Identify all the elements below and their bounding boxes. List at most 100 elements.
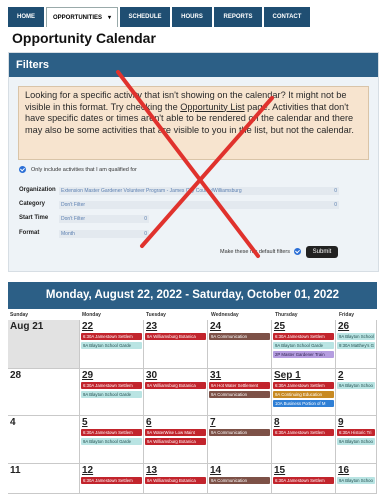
- calendar-event[interactable]: 6:30A Jamestown Settlem: [273, 477, 334, 484]
- calendar-day-cell[interactable]: 28: [8, 369, 80, 416]
- calendar-day-cell[interactable]: 11: [8, 464, 80, 494]
- dow-label: Friday: [339, 312, 355, 318]
- calendar-day-cell[interactable]: 7 9A Communication: [208, 416, 272, 464]
- organization-select[interactable]: Extension Master Gardener Volunteer Prog…: [59, 187, 339, 195]
- default-filters-row: Make these my default filters: [220, 248, 306, 255]
- calendar-event[interactable]: 9A Blayton Schoo: [337, 382, 375, 389]
- calendar-event[interactable]: 9A Communication: [209, 333, 270, 340]
- organization-label: Organization: [19, 187, 56, 193]
- format-select[interactable]: Month 0: [59, 230, 149, 238]
- calendar-event[interactable]: 9A Communication: [209, 429, 270, 436]
- calendar-event[interactable]: 6:30A Jamestown Settlem: [81, 429, 142, 436]
- day-number: 22: [82, 321, 94, 332]
- calendar-day-cell[interactable]: Aug 21: [8, 320, 80, 369]
- day-number: 5: [82, 417, 88, 428]
- tab-contact[interactable]: CONTACT: [264, 7, 310, 27]
- calendar-day-cell[interactable]: 29 6:30A Jamestown Settlem 9A Blayton Scho…: [80, 369, 144, 416]
- calendar-day-cell[interactable]: 13 9A Williamsburg Botanica: [144, 464, 208, 494]
- calendar-event[interactable]: 6:30A Jamestown Settlem: [81, 382, 142, 389]
- calendar-event[interactable]: 9A Williamsburg Botanica: [145, 438, 206, 445]
- dow-label: Monday: [82, 312, 101, 318]
- calendar-day-cell[interactable]: 8 6:30A Jamestown Settlem: [272, 416, 336, 464]
- calendar-day-cell[interactable]: Sep 1 6:30A Jamestown Settlem 9A Continuin…: [272, 369, 336, 416]
- calendar-event[interactable]: 9A Blayton School Garde: [81, 438, 142, 445]
- day-number: 29: [82, 370, 94, 381]
- day-number: 25: [274, 321, 286, 332]
- opportunity-list-link[interactable]: Opportunity List: [180, 102, 244, 112]
- qualified-checkbox[interactable]: [19, 166, 26, 173]
- category-count: 0: [334, 202, 337, 208]
- start-time-label: Start Time: [19, 215, 49, 221]
- day-number: 14: [210, 465, 222, 476]
- calendar-day-cell[interactable]: 16 9A Blayton Schoo: [336, 464, 377, 494]
- day-number: 4: [10, 417, 16, 428]
- calendar-event[interactable]: 6:30A Jamestown Settlem: [273, 429, 334, 436]
- calendar-event[interactable]: 6:30A Jamestown Settlem: [273, 382, 334, 389]
- calendar-day-cell[interactable]: 9 6:30A Historic Tri 9A Blayton Schoo: [336, 416, 377, 464]
- calendar-event[interactable]: 9A Blayton School Garde: [81, 342, 142, 349]
- calendar-event[interactable]: 9A Williamsburg Botanica: [145, 477, 206, 484]
- chevron-down-icon: ▾: [108, 15, 112, 21]
- qualified-label: Only include activities that I am qualif…: [31, 166, 137, 173]
- calendar-day-cell[interactable]: 24 9A Communication: [208, 320, 272, 369]
- organization-count: 0: [334, 188, 337, 194]
- start-time-select[interactable]: Don't Filter 0: [59, 215, 149, 223]
- day-number: 30: [146, 370, 158, 381]
- filters-panel: Filters Looking for a specific activity …: [8, 52, 379, 272]
- calendar-event[interactable]: 9A WaterWise Low Maint: [145, 429, 206, 436]
- calendar-event[interactable]: 9A Williamsburg Botanica: [145, 382, 206, 389]
- day-number: 13: [146, 465, 158, 476]
- calendar-day-cell[interactable]: 22 6:30A Jamestown Settlem 9A Blayton Scho…: [80, 320, 144, 369]
- tab-opportunities[interactable]: OPPORTUNITIES ▾: [46, 7, 118, 27]
- calendar-event[interactable]: 9A Blayton Schoo: [337, 438, 375, 445]
- calendar-day-cell[interactable]: 15 6:30A Jamestown Settlem: [272, 464, 336, 494]
- day-number: 16: [338, 465, 350, 476]
- submit-button[interactable]: Submit: [306, 246, 338, 258]
- calendar-event[interactable]: 9A Williamsburg Botanica: [145, 333, 206, 340]
- calendar-day-cell[interactable]: 6 9A WaterWise Low Maint 9A Williamsburg B…: [144, 416, 208, 464]
- calendar-event[interactable]: 9A Communication: [209, 391, 270, 398]
- calendar-event[interactable]: 9:30A Matthey's G: [337, 342, 375, 349]
- calendar-event[interactable]: 10A Business Portion of M: [273, 400, 334, 407]
- calendar-day-cell[interactable]: 31 9A Hot Water Settlement 9A Communicatio…: [208, 369, 272, 416]
- tab-hours[interactable]: HOURS: [172, 7, 212, 27]
- day-number: 9: [338, 417, 344, 428]
- day-number: Sep 1: [274, 370, 301, 381]
- calendar-day-cell[interactable]: 26 9A Blayton School 9:30A Matthey's G: [336, 320, 377, 369]
- calendar-day-cell[interactable]: 25 6:30A Jamestown Settlem 9A Blayton Scho…: [272, 320, 336, 369]
- calendar-event[interactable]: 6:30A Historic Tri: [337, 429, 375, 436]
- calendar-event[interactable]: 9A Continuing Education: [273, 391, 334, 398]
- day-number: Aug 21: [10, 321, 44, 332]
- calendar-day-cell[interactable]: 5 6:30A Jamestown Settlem 9A Blayton Schoo…: [80, 416, 144, 464]
- calendar-day-cell[interactable]: 12 6:30A Jamestown Settlem: [80, 464, 144, 494]
- day-number: 15: [274, 465, 286, 476]
- calendar-event[interactable]: 6:30A Jamestown Settlem: [81, 477, 142, 484]
- calendar-event[interactable]: 9A Hot Water Settlement: [209, 382, 270, 389]
- day-number: 11: [10, 465, 21, 476]
- calendar-event[interactable]: 9A Communication: [209, 477, 270, 484]
- day-number: 8: [274, 417, 280, 428]
- day-number: 6: [146, 417, 152, 428]
- calendar-day-cell[interactable]: 2 9A Blayton Schoo: [336, 369, 377, 416]
- calendar-event[interactable]: 9A Blayton School Garde: [273, 342, 334, 349]
- tab-schedule[interactable]: SCHEDULE: [120, 7, 170, 27]
- tab-reports[interactable]: REPORTS: [214, 7, 262, 27]
- calendar-day-cell[interactable]: 30 9A Williamsburg Botanica: [144, 369, 208, 416]
- calendar-event[interactable]: 6:30A Jamestown Settlem: [81, 333, 142, 340]
- calendar-event[interactable]: 9A Blayton Schoo: [337, 477, 375, 484]
- dow-label: Wednesday: [211, 312, 239, 318]
- qualified-filter-row: Only include activities that I am qualif…: [19, 166, 137, 173]
- format-count: 0: [144, 231, 147, 237]
- category-select[interactable]: Don't Filter 0: [59, 201, 339, 209]
- calendar-day-cell[interactable]: 4: [8, 416, 80, 464]
- calendar-event[interactable]: 9A Blayton School: [337, 333, 375, 340]
- default-filters-checkbox[interactable]: [294, 248, 302, 255]
- calendar-day-cell[interactable]: 14 9A Communication: [208, 464, 272, 494]
- calendar-event[interactable]: 2P Master Gardener Train: [273, 351, 334, 358]
- tab-home[interactable]: HOME: [8, 7, 44, 27]
- day-number: 2: [338, 370, 344, 381]
- calendar-event[interactable]: 9A Blayton School Garde: [81, 391, 142, 398]
- calendar-day-cell[interactable]: 23 9A Williamsburg Botanica: [144, 320, 208, 369]
- calendar-range-title: Monday, August 22, 2022 - Saturday, Octo…: [8, 282, 377, 309]
- calendar-event[interactable]: 6:30A Jamestown Settlem: [273, 333, 334, 340]
